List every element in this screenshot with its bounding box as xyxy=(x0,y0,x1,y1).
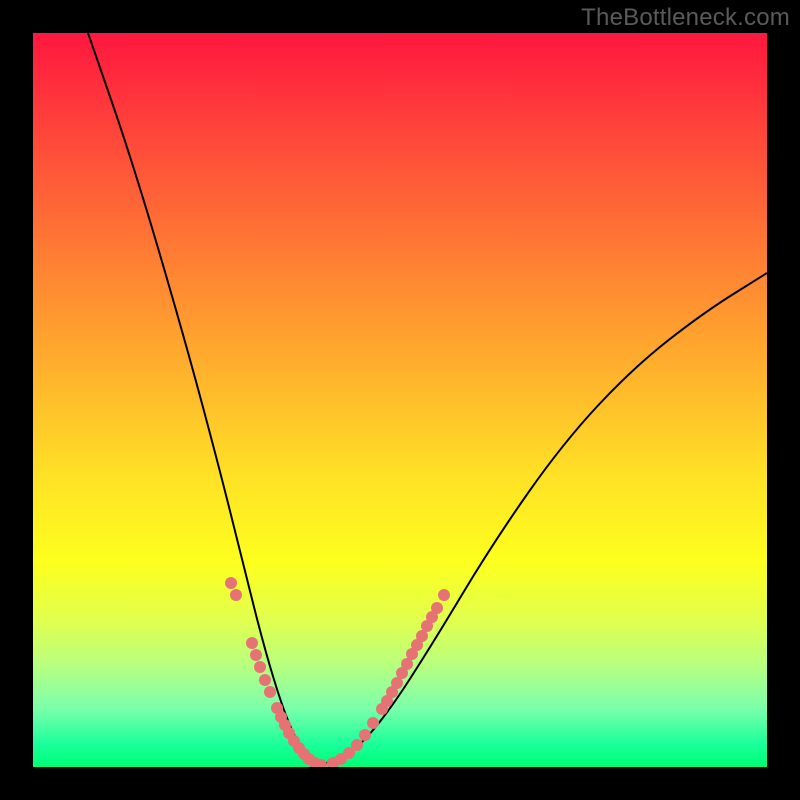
chart-svg xyxy=(33,33,767,767)
scatter-point xyxy=(367,717,379,729)
scatter-point xyxy=(438,589,450,601)
plot-area xyxy=(33,33,767,767)
scatter-point xyxy=(250,649,262,661)
watermark-text: TheBottleneck.com xyxy=(581,4,790,32)
scatter-point xyxy=(225,577,237,589)
left-curve xyxy=(88,33,321,765)
scatter-point xyxy=(254,661,266,673)
scatter-point xyxy=(431,602,443,614)
scatter-point xyxy=(359,729,371,741)
right-markers-group xyxy=(327,589,450,767)
scatter-point xyxy=(351,739,363,751)
scatter-point xyxy=(230,589,242,601)
scatter-point xyxy=(246,637,258,649)
scatter-point xyxy=(259,674,271,686)
scatter-point xyxy=(264,686,276,698)
left-markers-group xyxy=(225,577,327,767)
chart-container: TheBottleneck.com xyxy=(0,0,800,800)
